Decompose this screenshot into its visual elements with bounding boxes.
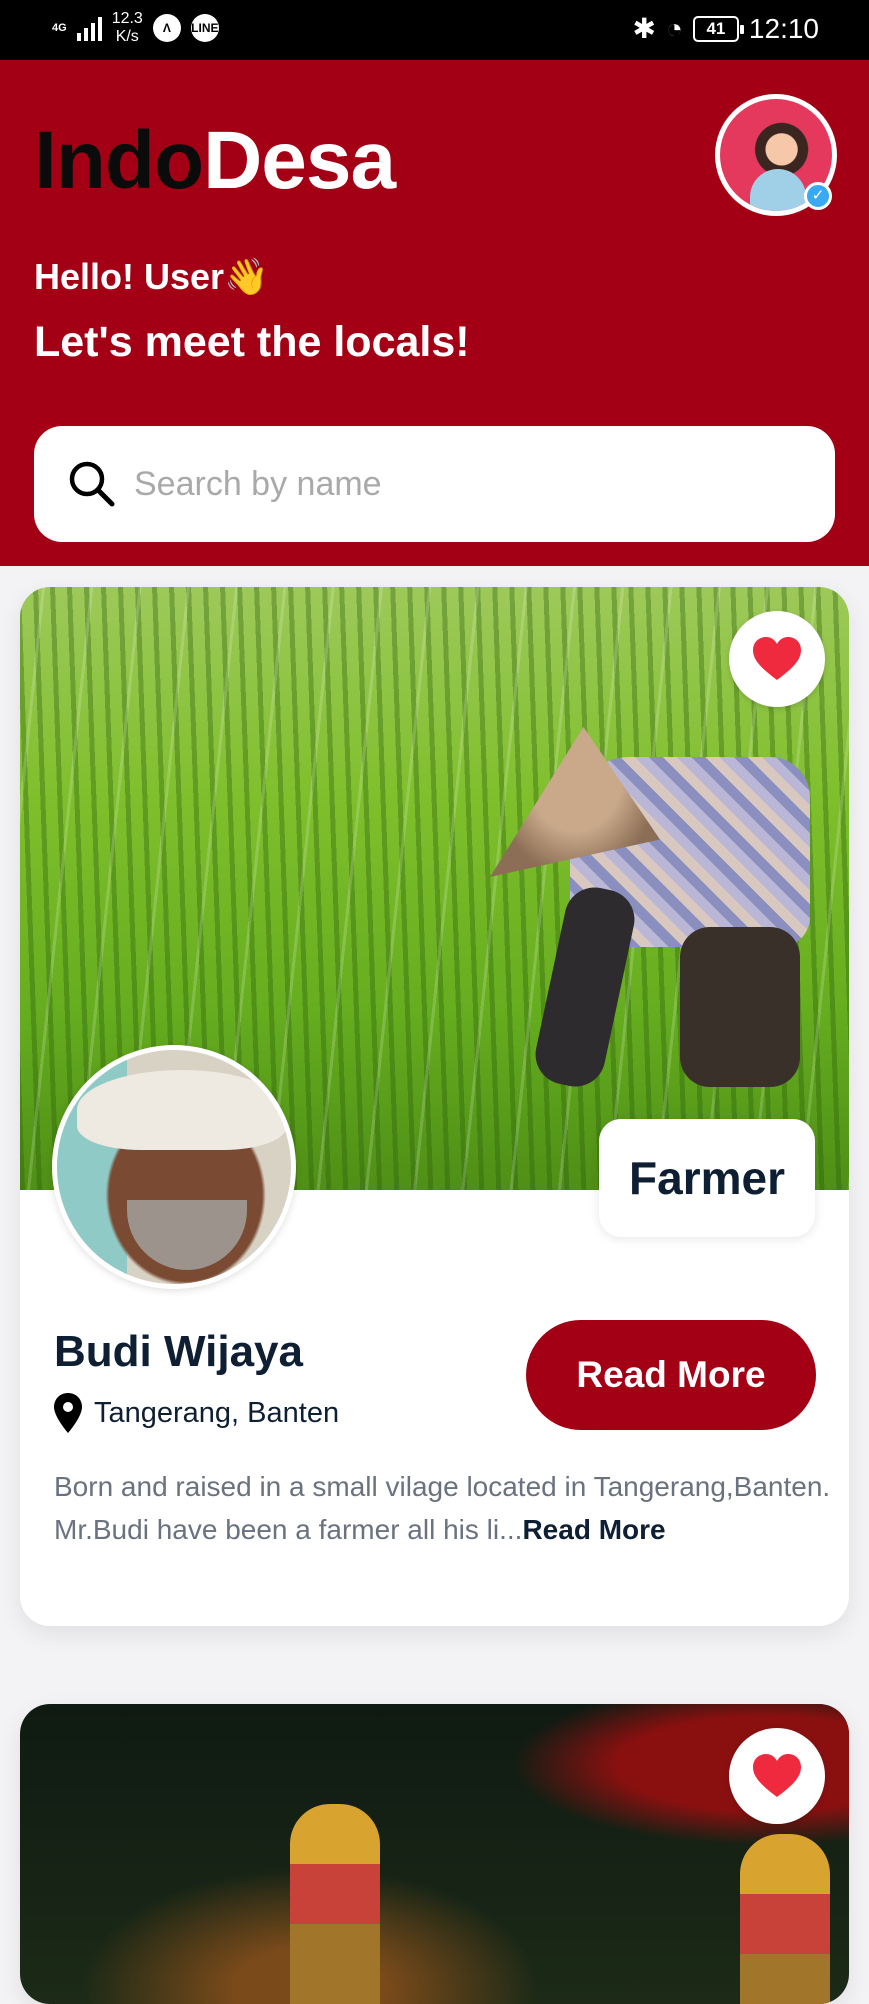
search-icon	[69, 461, 115, 507]
heart-icon	[753, 637, 801, 680]
greeting: Hello! User👋	[34, 256, 269, 297]
line-app-icon: LINE	[190, 14, 219, 42]
role-badge: Farmer	[599, 1119, 815, 1237]
profile-avatar	[52, 1045, 296, 1289]
notification-app-icon: Λ	[152, 14, 181, 42]
description: Born and raised in a small vilage locate…	[54, 1471, 831, 1545]
status-bar: 4G 12.3 K/s Λ LINE ✱ ◔ 41 12:10	[0, 0, 869, 60]
dancer-figure	[740, 1834, 830, 2004]
favorite-button[interactable]	[729, 1728, 825, 1824]
dancer-figure	[290, 1804, 380, 2004]
profile-photo	[57, 1050, 291, 1284]
clock: 12:10	[748, 12, 819, 44]
local-card[interactable]	[20, 1704, 849, 2004]
verified-badge-icon: ✓	[804, 182, 832, 210]
battery-icon: 41	[692, 15, 744, 42]
local-card[interactable]: Farmer Budi Wijaya Tangerang, Banten Rea…	[20, 587, 849, 1626]
location: Tangerang, Banten	[54, 1393, 339, 1433]
card-cover-image	[20, 1704, 849, 2004]
location-pin-icon	[54, 1393, 82, 1433]
speed-gauge-icon: ◔	[666, 12, 683, 44]
bluetooth-icon: ✱	[632, 13, 656, 44]
read-more-button[interactable]: Read More	[526, 1320, 816, 1430]
heart-icon	[753, 1754, 801, 1797]
favorite-button[interactable]	[729, 611, 825, 707]
search-bar[interactable]	[34, 426, 835, 542]
header: IndoDesa ✓ Hello! User👋 Let's meet the l…	[0, 60, 869, 566]
search-input[interactable]	[134, 456, 794, 512]
farmer-illustration	[490, 727, 820, 1167]
location-text: Tangerang, Banten	[94, 1396, 340, 1429]
network-speed: 12.3 K/s	[111, 10, 143, 45]
app-logo: IndoDesa	[34, 115, 396, 206]
page-subtitle: Let's meet the locals!	[34, 318, 470, 366]
network-type: 4G	[52, 22, 67, 34]
signal-icon	[76, 15, 102, 41]
inline-read-more-link[interactable]: Read More	[522, 1514, 665, 1545]
local-name: Budi Wijaya	[54, 1327, 303, 1376]
